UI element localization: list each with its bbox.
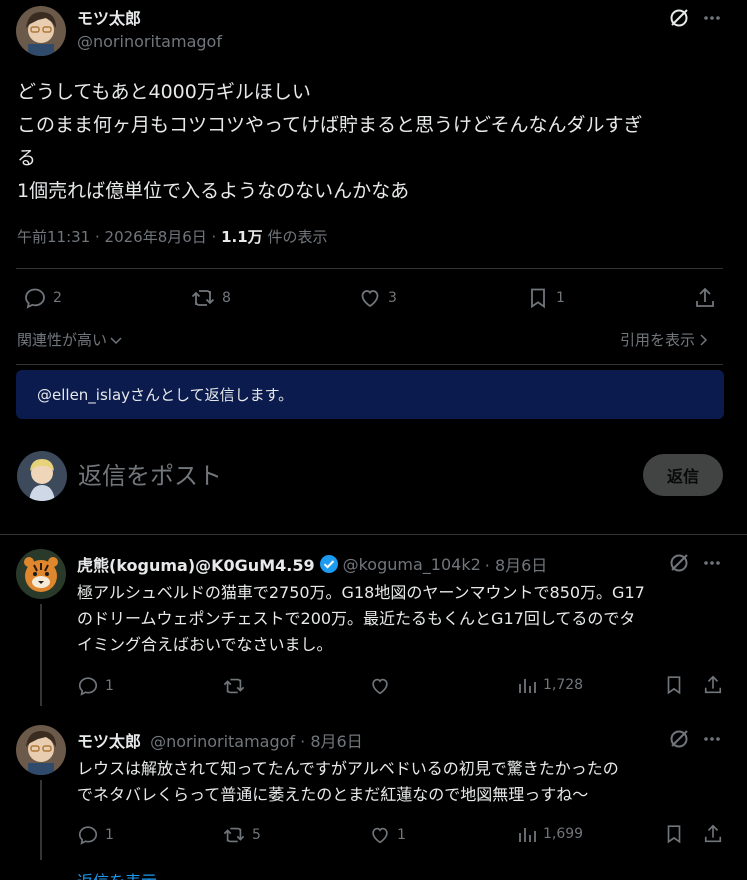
reply-line: 極アルシュベルドの猫車で2750万。G18地図のヤーンマウントで850万。G17 — [77, 583, 645, 602]
views-count: 1.1万 — [221, 228, 263, 246]
like-button[interactable] — [369, 675, 397, 697]
section-divider — [0, 534, 747, 535]
share-icon — [704, 675, 722, 694]
bookmark-count: 1 — [556, 290, 565, 306]
reply-button[interactable]: 2 — [23, 286, 62, 310]
bookmark-icon — [667, 825, 681, 844]
chevron-down-icon — [110, 336, 122, 344]
post-body: どうしてもあと4000万ギルほしい このまま何ヶ月もコツコツやってけば貯まると思… — [17, 76, 737, 208]
divider — [16, 364, 723, 365]
reply-date[interactable]: · 8月6日 — [300, 732, 363, 751]
reply-icon — [78, 677, 98, 696]
views-label: 件の表示 — [262, 228, 328, 246]
post-line: る — [17, 147, 37, 169]
repost-icon — [191, 290, 215, 306]
post-meta: 午前11:31 · 2026年8月6日 · 1.1万 件の表示 — [17, 226, 327, 247]
reply-avatar[interactable] — [16, 549, 66, 599]
reply-submit-button[interactable]: 返信 — [643, 454, 723, 496]
more-icon[interactable] — [703, 554, 721, 576]
reply-icon — [25, 288, 45, 309]
divider — [16, 268, 723, 269]
repost-button[interactable]: 8 — [190, 286, 231, 310]
share-icon — [704, 824, 722, 843]
reply-author-handle[interactable]: @koguma_104k2 — [343, 555, 481, 574]
author-name[interactable]: モツ太郎 — [77, 5, 141, 29]
reply-as-banner[interactable]: @ellen_islayさんとして返信します。 — [16, 370, 724, 419]
reply-button[interactable]: 1 — [77, 824, 114, 846]
views-count: 1,728 — [543, 677, 584, 693]
reply-date[interactable]: · 8月6日 — [485, 552, 548, 576]
grok-icon[interactable] — [668, 552, 690, 578]
author-avatar[interactable] — [16, 6, 66, 56]
share-button[interactable] — [703, 823, 723, 845]
sort-label: 関連性が高い — [17, 331, 108, 349]
view-quotes-link[interactable]: 引用を表示 — [620, 329, 709, 350]
bookmark-button[interactable]: 1 — [526, 286, 565, 310]
reply-header: モツ太郎 @norinoritamagof · 8月6日 — [77, 728, 363, 752]
grok-icon[interactable] — [668, 7, 690, 33]
chevron-right-icon — [700, 333, 708, 346]
post-line: このまま何ヶ月もコツコツやってけば貯まると思うけどそんなんダルすぎ — [17, 114, 643, 136]
reply-icon — [78, 826, 98, 845]
more-icon[interactable] — [703, 730, 721, 752]
like-button[interactable]: 3 — [358, 286, 397, 310]
reply-count: 1 — [105, 827, 114, 843]
show-replies-link[interactable]: 返信を表示 — [77, 868, 157, 880]
reply-line: イミング合えばおいでなさいまし。 — [77, 635, 333, 654]
reply-body: レウスは解放されて知ってたんですがアルベドいるの初見で驚きたかったの でネタバレ… — [77, 756, 737, 808]
reply-author-handle[interactable]: @norinoritamagof — [150, 732, 295, 751]
thread-line — [40, 604, 42, 706]
reply-line: レウスは解放されて知ってたんですがアルベドいるの初見で驚きたかったの — [77, 759, 619, 778]
reply-input[interactable]: 返信をポスト — [78, 456, 618, 494]
reply-author-name[interactable]: モツ太郎 — [77, 732, 141, 751]
heart-icon — [372, 827, 388, 844]
like-button[interactable]: 1 — [369, 824, 406, 846]
repost-count: 5 — [252, 827, 261, 843]
verified-badge-icon — [319, 555, 338, 573]
reply-avatar[interactable] — [16, 725, 66, 775]
views-count: 1,699 — [543, 826, 584, 842]
my-avatar[interactable] — [17, 451, 67, 501]
views-button[interactable]: 1,699 — [517, 824, 583, 844]
heart-icon — [361, 290, 379, 308]
repost-icon — [223, 678, 245, 694]
bookmark-icon — [667, 676, 681, 695]
reply-count: 2 — [53, 290, 62, 306]
sort-dropdown[interactable]: 関連性が高い — [17, 329, 123, 350]
share-icon — [696, 287, 714, 307]
reply-body: 極アルシュベルドの猫車で2750万。G18地図のヤーンマウントで850万。G17… — [77, 580, 737, 658]
view-quotes-label: 引用を表示 — [620, 331, 696, 349]
repost-button[interactable]: 5 — [222, 824, 261, 846]
reply-line: のドリームウェポンチェストで200万。最近たるもくんとG17回してるのでタ — [77, 609, 636, 628]
repost-count: 8 — [222, 290, 231, 306]
reply-as-text: @ellen_islayさんとして返信します。 — [37, 386, 294, 404]
bookmark-icon — [531, 288, 545, 309]
reply-line: でネタバレくらって普通に萎えたのとまだ紅蓮なので地図無理っすね〜 — [77, 785, 589, 804]
like-count: 3 — [388, 290, 397, 306]
more-icon[interactable] — [703, 9, 721, 31]
repost-button[interactable] — [222, 675, 252, 697]
bookmark-button[interactable] — [663, 674, 685, 696]
bookmark-button[interactable] — [663, 823, 685, 845]
thread-line — [40, 780, 42, 860]
reply-header: 虎熊(koguma)@K0GuM4.59 @koguma_104k2 · 8月6… — [77, 552, 547, 576]
like-count: 1 — [397, 827, 406, 843]
views-button[interactable]: 1,728 — [517, 675, 583, 695]
analytics-icon — [519, 828, 536, 842]
share-button[interactable] — [694, 286, 716, 310]
reply-count: 1 — [105, 678, 114, 694]
reply-author-name[interactable]: 虎熊(koguma)@K0GuM4.59 — [77, 552, 315, 576]
post-time[interactable]: 午前11:31 · 2026年8月6日 · — [17, 228, 221, 246]
reply-button[interactable]: 1 — [77, 675, 114, 697]
analytics-icon — [519, 679, 536, 693]
author-handle[interactable]: @norinoritamagof — [77, 32, 222, 51]
share-button[interactable] — [703, 674, 723, 696]
heart-icon — [372, 678, 388, 695]
post-line: どうしてもあと4000万ギルほしい — [17, 81, 311, 103]
repost-icon — [223, 827, 245, 843]
reply-submit-label: 返信 — [666, 467, 699, 486]
grok-icon[interactable] — [668, 728, 690, 754]
post-line: 1個売れば億単位で入るようなのないんかなあ — [17, 180, 410, 202]
